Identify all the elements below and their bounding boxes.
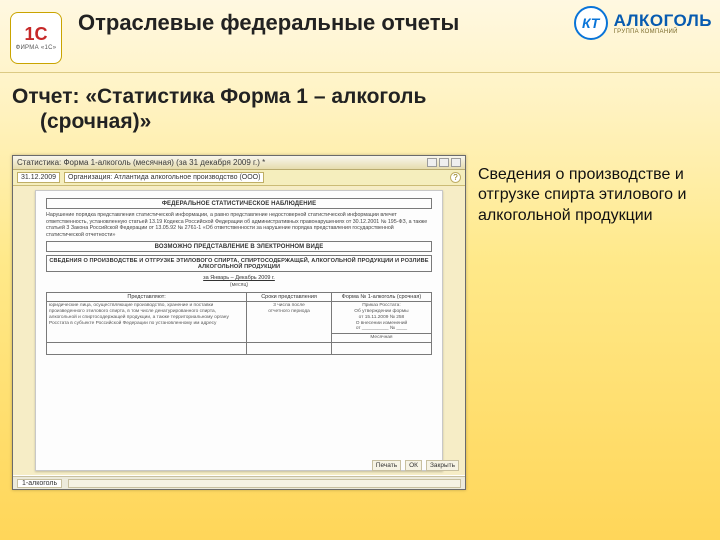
cell-order: Приказ Росстата: Об утверждении формы от… (331, 302, 431, 334)
bottom-scroll: 1-алкоголь (13, 476, 465, 489)
date-field[interactable]: 31.12.2009 (17, 172, 60, 183)
doc-period-sub: (месяц) (46, 282, 432, 288)
window-titlebar[interactable]: Статистика: Форма 1-алкоголь (месячная) … (13, 156, 465, 170)
col-header-3: Форма № 1-алкоголь (срочная) (331, 293, 431, 302)
doc-electronic-box: ВОЗМОЖНО ПРЕДСТАВЛЕНИЕ В ЭЛЕКТРОННОМ ВИД… (46, 241, 432, 252)
ok-button[interactable]: ОК (405, 460, 422, 471)
subtitle-line2: (срочная)» (12, 109, 700, 134)
report-subtitle: Отчет: «Статистика Форма 1 – алкоголь (с… (12, 84, 700, 134)
order-l5: от __________ № ____ (356, 326, 407, 331)
body-description: Сведения о производстве и отгрузке спирт… (478, 165, 700, 226)
logo-right-group: КТ АЛКОГОЛЬ ГРУППА КОМПАНИЙ (574, 6, 712, 40)
blank-2 (247, 342, 332, 354)
org-field[interactable]: Организация: Атлантида алкогольное произ… (64, 172, 264, 183)
help-button[interactable]: ? (450, 172, 461, 183)
close-label: Закрыть (430, 462, 455, 469)
close-icon[interactable] (451, 158, 461, 167)
minimize-icon[interactable] (427, 158, 437, 167)
header-divider (0, 72, 720, 73)
document-viewport[interactable]: ФЕДЕРАЛЬНОЕ СТАТИСТИЧЕСКОЕ НАБЛЮДЕНИЕ На… (13, 186, 465, 475)
doc-period: за Январь – Декабрь 2009 г. (46, 275, 432, 281)
print-label: Печать (376, 462, 397, 469)
col-header-1: Представляют: (47, 293, 247, 302)
logo-alcohol-sub: ГРУППА КОМПАНИЙ (614, 29, 712, 35)
ok-label: ОК (409, 462, 418, 469)
deadline-line1: 3 числа после (273, 303, 305, 308)
cell-deadline: 3 числа после отчетного периода (247, 302, 332, 343)
cell-reporters: юридические лица, осуществляющие произво… (47, 302, 247, 343)
logo-kt-text: КТ (582, 15, 599, 31)
col-header-2: Сроки представления (247, 293, 332, 302)
order-l1: Приказ Росстата: (362, 303, 400, 308)
logo-alcohol-main: АЛКОГОЛЬ (614, 12, 712, 29)
window-toolbar: 31.12.2009 Организация: Атлантида алкого… (13, 170, 465, 186)
doc-disclaimer: Нарушение порядка представления статисти… (46, 212, 432, 238)
logo-1c: 1С ФИРМА «1С» (8, 10, 64, 66)
help-icon: ? (453, 173, 457, 182)
sheet-tab-label: 1-алкоголь (22, 480, 57, 487)
document-page: ФЕДЕРАЛЬНОЕ СТАТИСТИЧЕСКОЕ НАБЛЮДЕНИЕ На… (35, 190, 443, 471)
window-statusbar: Печать ОК Закрыть (372, 460, 459, 471)
org-label: Организация: (68, 174, 112, 181)
logo-alcohol: АЛКОГОЛЬ ГРУППА КОМПАНИЙ (614, 12, 712, 35)
doc-table: Представляют: Сроки представления Форма … (46, 292, 432, 355)
print-button[interactable]: Печать (372, 460, 401, 471)
blank-3 (331, 342, 431, 354)
logo-kt-icon: КТ (574, 6, 608, 40)
horizontal-scrollbar[interactable] (68, 479, 461, 488)
doc-title-box: СВЕДЕНИЯ О ПРОИЗВОДСТВЕ И ОТГРУЗКЕ ЭТИЛО… (46, 255, 432, 272)
order-l3: от 15.11.2009 № 258 (359, 315, 405, 320)
deadline-line2: отчетного периода (268, 309, 310, 314)
order-l4: О внесении изменений (356, 321, 408, 326)
logo-1c-subtext: ФИРМА «1С» (16, 45, 57, 51)
close-button[interactable]: Закрыть (426, 460, 459, 471)
doc-title-text: СВЕДЕНИЯ О ПРОИЗВОДСТВЕ И ОТГРУЗКЕ ЭТИЛО… (49, 258, 428, 270)
slide-title: Отраслевые федеральные отчеты (78, 10, 490, 36)
doc-header-box: ФЕДЕРАЛЬНОЕ СТАТИСТИЧЕСКОЕ НАБЛЮДЕНИЕ (46, 198, 432, 209)
date-value: 31.12.2009 (21, 174, 56, 181)
sheet-tab[interactable]: 1-алкоголь (17, 479, 62, 488)
window-title: Статистика: Форма 1-алкоголь (месячная) … (17, 158, 265, 167)
order-l2: Об утверждении формы (354, 309, 408, 314)
logo-1c-text: 1С (24, 25, 47, 43)
embedded-window: Статистика: Форма 1-алкоголь (месячная) … (12, 155, 466, 490)
org-value: Атлантида алкогольное производство (ООО) (114, 174, 260, 181)
subtitle-line1: Отчет: «Статистика Форма 1 – алкоголь (12, 85, 426, 108)
blank-1 (47, 342, 247, 354)
logo-1c-badge: 1С ФИРМА «1С» (10, 12, 62, 64)
slide-root: 1С ФИРМА «1С» КТ АЛКОГОЛЬ ГРУППА КОМПАНИ… (0, 0, 720, 540)
cell-cadence: Месячная (331, 334, 431, 343)
maximize-icon[interactable] (439, 158, 449, 167)
